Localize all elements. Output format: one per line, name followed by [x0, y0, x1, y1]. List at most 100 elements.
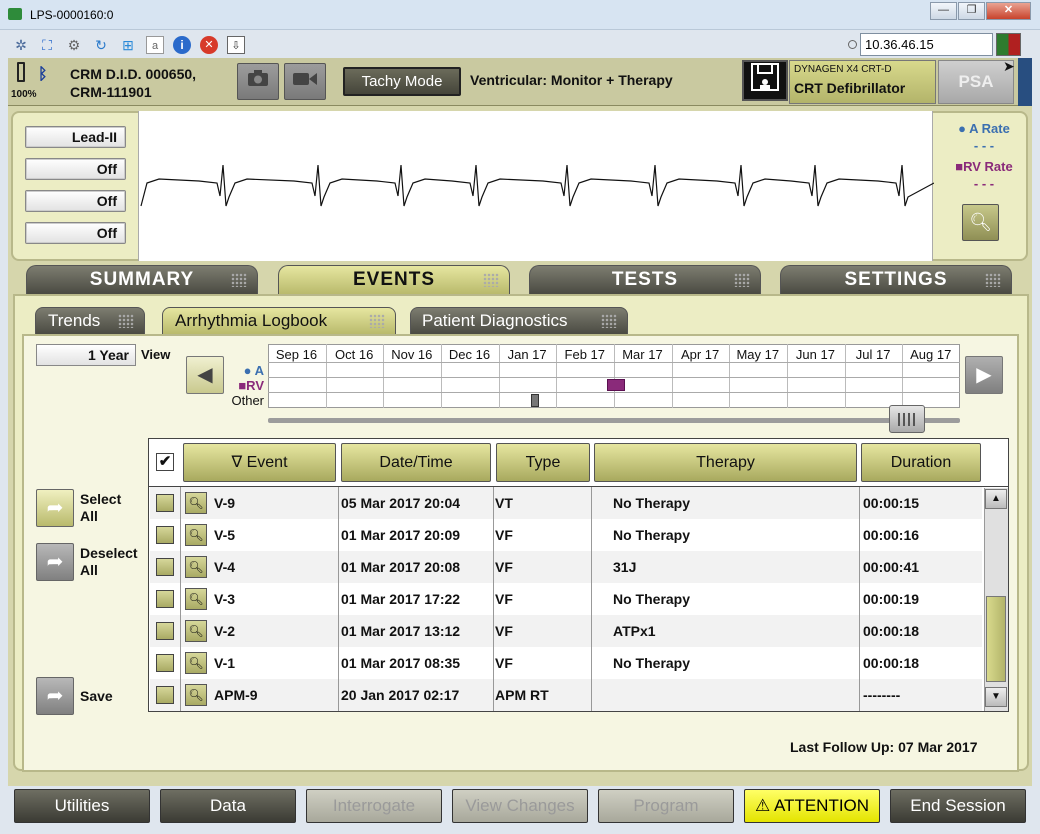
magnifier-icon[interactable]: 🔍︎: [185, 652, 207, 674]
other-event-marker[interactable]: [531, 394, 539, 407]
header-event[interactable]: ∇ Event: [183, 443, 336, 482]
lead-select-3[interactable]: Off: [25, 190, 126, 212]
program-button[interactable]: Program: [598, 789, 734, 823]
magnifier-icon[interactable]: 🔍︎: [185, 524, 207, 546]
timeline-next-button[interactable]: ▶: [965, 356, 1003, 394]
column-divider: [338, 487, 339, 519]
column-divider: [591, 551, 592, 583]
save-session-button[interactable]: [742, 60, 788, 101]
subtab-patient-diagnostics[interactable]: Patient Diagnostics: [410, 307, 628, 334]
tab-summary[interactable]: SUMMARY: [26, 265, 258, 294]
maximize-button[interactable]: ❐: [958, 2, 985, 20]
deselect-all-button[interactable]: ➦: [36, 543, 74, 581]
timeline-a-text: A: [254, 363, 264, 378]
magnifier-icon[interactable]: 🔍︎: [185, 492, 207, 514]
column-divider: [180, 615, 181, 647]
lead-select-4[interactable]: Off: [25, 222, 126, 244]
header-type[interactable]: Type: [496, 443, 590, 482]
row-checkbox[interactable]: [156, 590, 174, 608]
video-button[interactable]: [284, 63, 326, 100]
timespan-select[interactable]: 1 Year: [36, 344, 136, 366]
row-checkbox[interactable]: [156, 526, 174, 544]
timeline-prev-button[interactable]: ◀: [186, 356, 224, 394]
magnifier-icon[interactable]: 🔍︎: [185, 620, 207, 642]
view-changes-button[interactable]: View Changes: [452, 789, 588, 823]
table-row[interactable]: 🔍︎ APM-9 20 Jan 2017 02:17 APM RT --------: [150, 679, 982, 711]
column-divider: [859, 583, 860, 615]
tab-tests[interactable]: TESTS: [529, 265, 761, 294]
timeline-month-divider: [613, 344, 615, 408]
gear-icon[interactable]: ⚙: [65, 36, 83, 54]
utilities-button[interactable]: Utilities: [14, 789, 150, 823]
fullscreen-icon[interactable]: ⛶: [38, 36, 56, 54]
column-divider: [859, 615, 860, 647]
row-checkbox[interactable]: [156, 558, 174, 576]
keyboard-icon[interactable]: a: [146, 36, 164, 54]
data-button[interactable]: Data: [160, 789, 296, 823]
interrogate-button[interactable]: Interrogate: [306, 789, 442, 823]
row-checkbox[interactable]: [156, 686, 174, 704]
table-row[interactable]: 🔍︎ V-2 01 Mar 2017 13:12 VF ATPx1 00:00:18: [150, 615, 982, 647]
select-all-button[interactable]: ➦: [36, 489, 74, 527]
stop-icon[interactable]: ✕: [200, 36, 218, 54]
column-divider: [591, 615, 592, 647]
scroll-thumb[interactable]: [986, 596, 1006, 682]
timeline-slider-thumb[interactable]: [889, 405, 925, 433]
row-event: V-9: [214, 495, 236, 511]
table-row[interactable]: 🔍︎ V-4 01 Mar 2017 20:08 VF 31J 00:00:41: [150, 551, 982, 583]
rv-event-marker[interactable]: [607, 379, 625, 391]
bluetooth-icon: ᛒ: [38, 66, 48, 83]
column-divider: [859, 519, 860, 551]
refresh-icon[interactable]: ↻: [92, 36, 110, 54]
arrow-right-icon: ▶: [976, 364, 992, 386]
lead-select-2[interactable]: Off: [25, 158, 126, 180]
header-duration[interactable]: Duration: [861, 443, 981, 482]
close-window-button[interactable]: ✕: [986, 2, 1031, 20]
header-datetime[interactable]: Date/Time: [341, 443, 491, 482]
select-all-checkbox[interactable]: ✔: [156, 453, 174, 471]
timeline-month: Oct 16: [335, 347, 374, 362]
attention-button[interactable]: ⚠ ATTENTION: [744, 789, 880, 823]
timeline-slider-track[interactable]: [268, 418, 960, 423]
subtab-trends[interactable]: Trends: [35, 307, 145, 334]
save-button[interactable]: ➦: [36, 677, 74, 715]
tachy-mode-button[interactable]: Tachy Mode: [343, 67, 461, 96]
ecg-waveform: [140, 164, 935, 207]
magnifier-icon[interactable]: 🔍︎: [185, 556, 207, 578]
ip-address-field[interactable]: [860, 33, 993, 56]
row-therapy: 31J: [613, 559, 637, 575]
timeline-row-divider: [268, 362, 960, 363]
column-divider: [338, 519, 339, 551]
timeline-row-divider: [268, 392, 960, 393]
windows-icon[interactable]: ⊞: [119, 36, 137, 54]
row-checkbox[interactable]: [156, 622, 174, 640]
camera-button[interactable]: [237, 63, 279, 100]
tab-events[interactable]: EVENTS: [278, 265, 510, 294]
subtab-arrhythmia-label: Arrhythmia Logbook: [175, 311, 328, 330]
lead-select-1[interactable]: Lead-II: [25, 126, 126, 148]
grip-icon: [898, 413, 915, 426]
status-flag-icon[interactable]: [996, 33, 1021, 56]
end-session-button[interactable]: End Session: [890, 789, 1026, 823]
tab-settings[interactable]: SETTINGS: [780, 265, 1012, 294]
header-therapy[interactable]: Therapy: [594, 443, 857, 482]
row-checkbox[interactable]: [156, 654, 174, 672]
minimize-button[interactable]: —: [930, 2, 957, 20]
magnifier-icon[interactable]: 🔍︎: [185, 588, 207, 610]
subtab-arrhythmia-logbook[interactable]: Arrhythmia Logbook: [162, 307, 396, 334]
table-row[interactable]: 🔍︎ V-3 01 Mar 2017 17:22 VF No Therapy 00:00:…: [150, 583, 982, 615]
magnifier-icon[interactable]: 🔍︎: [185, 684, 207, 706]
a-rate-dot-icon: ●: [958, 121, 966, 136]
scroll-down-button[interactable]: ▼: [985, 687, 1007, 707]
table-row[interactable]: 🔍︎ V-5 01 Mar 2017 20:09 VF No Therapy 00:00:…: [150, 519, 982, 551]
info-icon[interactable]: i: [173, 36, 191, 54]
table-row[interactable]: 🔍︎ V-1 01 Mar 2017 08:35 VF No Therapy 00:00:…: [150, 647, 982, 679]
download-icon[interactable]: ⇩: [227, 36, 245, 54]
zoom-button[interactable]: 🔍︎: [962, 204, 999, 241]
row-checkbox[interactable]: [156, 494, 174, 512]
row-duration: --------: [863, 687, 901, 703]
scroll-up-button[interactable]: ▲: [985, 489, 1007, 509]
table-row[interactable]: 🔍︎ V-9 05 Mar 2017 20:04 VT No Therapy 00:00:…: [150, 487, 982, 519]
network-icon[interactable]: ✲: [12, 36, 30, 54]
column-divider: [859, 679, 860, 711]
